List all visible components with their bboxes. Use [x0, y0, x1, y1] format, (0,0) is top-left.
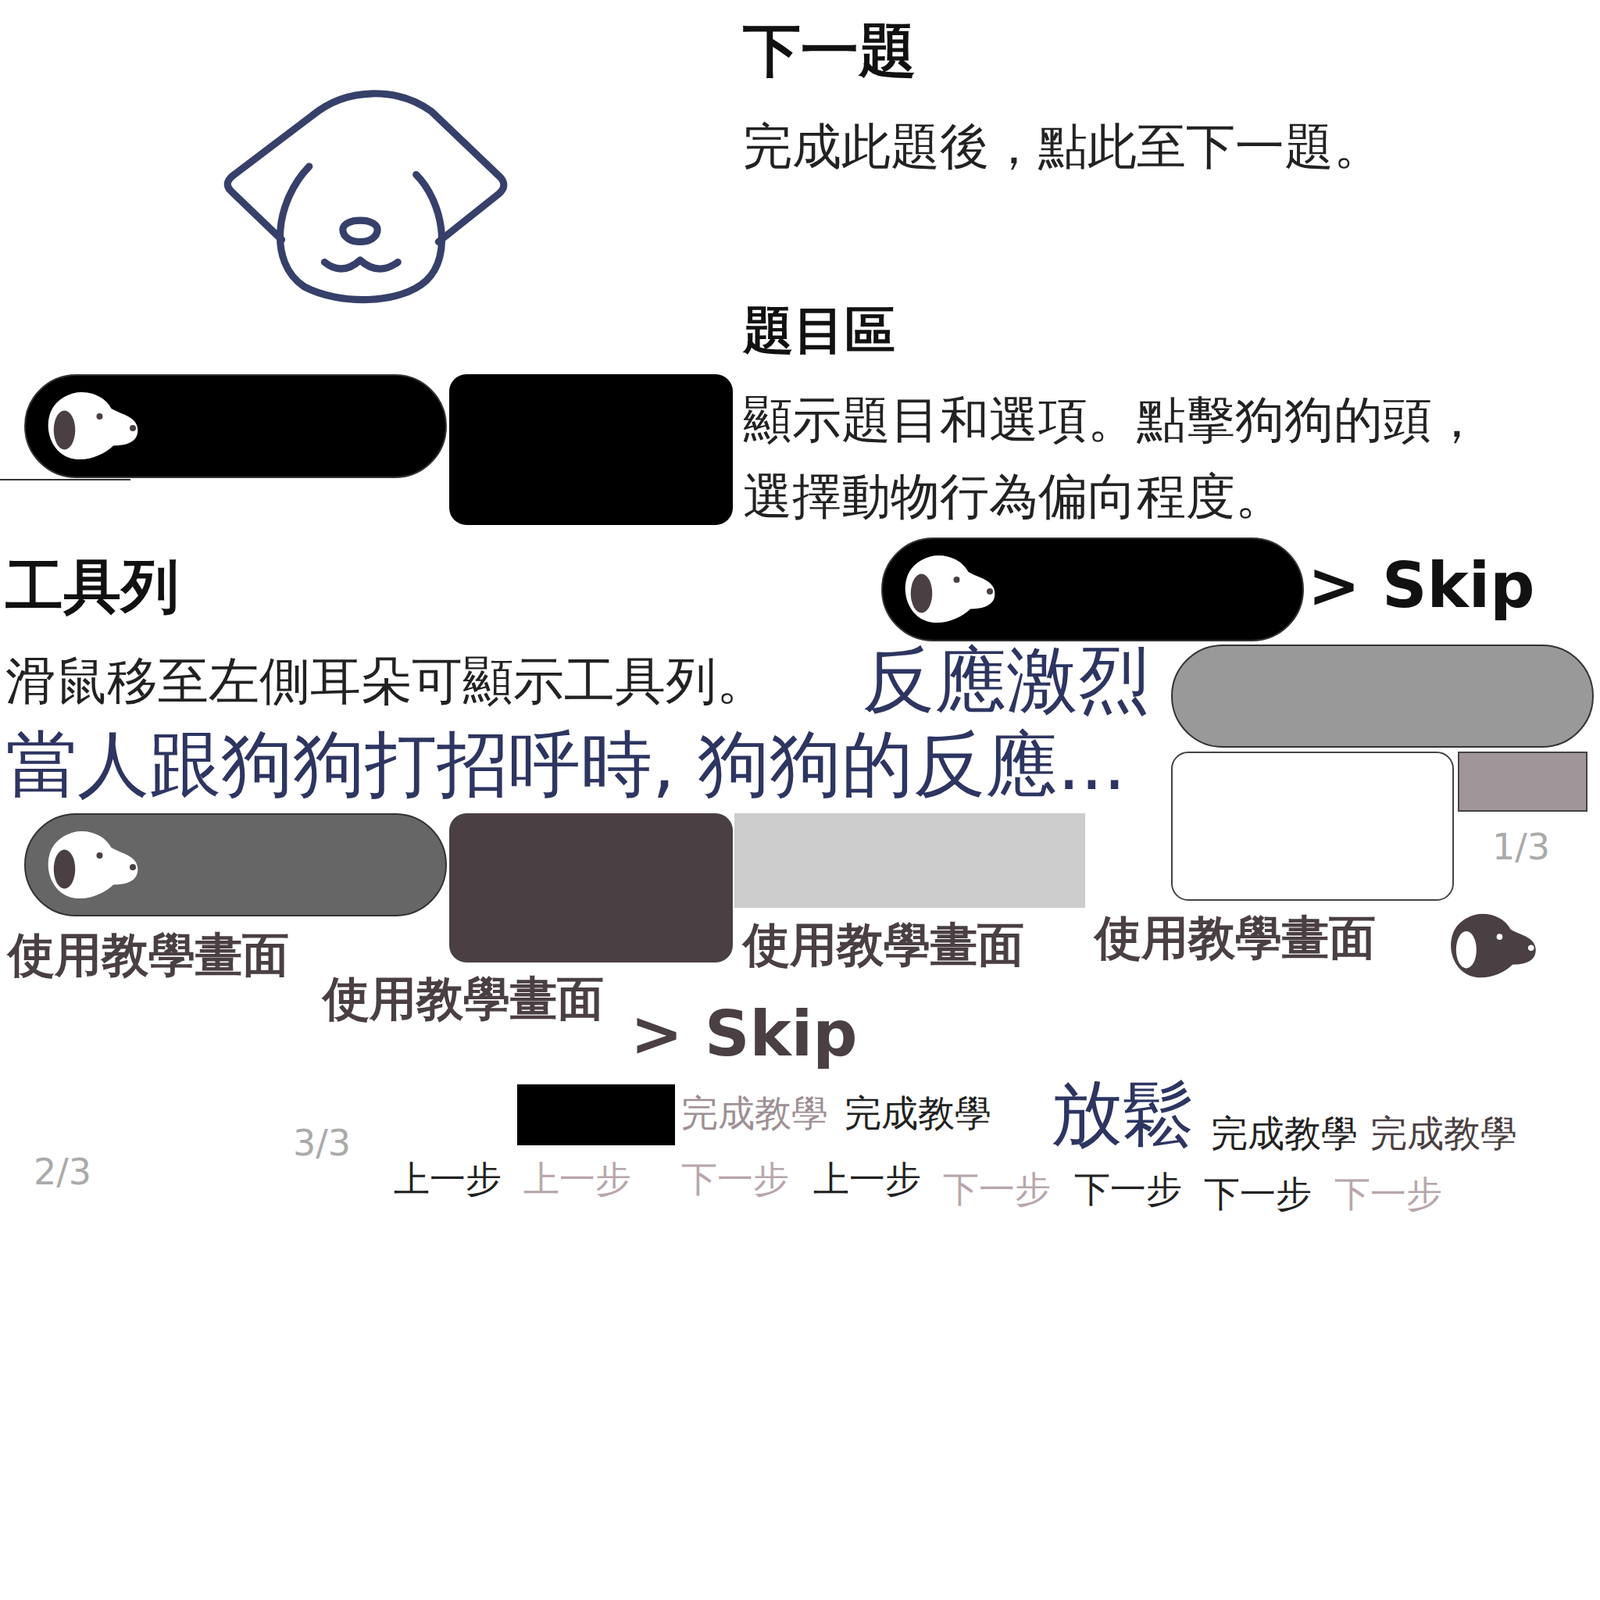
label-text: 2/3	[33, 1150, 92, 1194]
toolbar-pill	[24, 813, 447, 917]
dog-head-icon	[42, 828, 141, 903]
rect-block	[517, 1084, 675, 1146]
label-text: 完成教學	[1370, 1111, 1518, 1156]
label-text: 3/3	[292, 1121, 351, 1165]
label-text: 上一步	[523, 1157, 632, 1201]
rect-block	[734, 813, 1086, 908]
dog-face-icon	[222, 86, 508, 307]
label-text: 當人跟狗狗打招呼時, 狗狗的反應...	[5, 721, 1126, 808]
rect-block	[1457, 751, 1588, 812]
dog-face-outline-icon	[222, 86, 508, 307]
label-text: 上一步	[393, 1157, 502, 1201]
label-text: 反應激烈	[862, 637, 1150, 724]
label-text: 完成教學	[844, 1091, 992, 1136]
label-text: 滑鼠移至左側耳朵可顯示工具列。	[5, 650, 768, 712]
rounded-box	[1171, 751, 1454, 901]
toolbar-pill	[24, 374, 447, 479]
label-text: 題目區	[742, 300, 896, 361]
label-text: 工具列	[5, 551, 179, 622]
label-text: 完成教學	[681, 1091, 829, 1136]
label-text: 使用教學畫面	[7, 926, 290, 983]
option-bar	[1171, 644, 1594, 748]
label-text: 完成此題後，點此至下一題。	[742, 117, 1383, 177]
divider-line	[0, 478, 131, 481]
label-text: 下一步	[942, 1167, 1051, 1211]
label-text: 選擇動物行為偏向程度。	[742, 467, 1285, 527]
dog-head-icon	[900, 552, 998, 627]
label-text: > Skip	[630, 996, 858, 1072]
dog-head-icon	[1443, 910, 1541, 982]
label-text: 使用教學畫面	[322, 970, 604, 1027]
toolbar-pill	[881, 537, 1304, 642]
label-text: 下一步	[681, 1157, 790, 1201]
label-text: 下一步	[1074, 1167, 1183, 1211]
label-text: 放鬆	[1050, 1071, 1195, 1158]
dog-head-icon	[42, 389, 141, 464]
label-text: 下一題	[742, 15, 917, 86]
asset-sheet: 下一題完成此題後，點此至下一題。題目區顯示題目和選項。點擊狗狗的頭， 選擇動物行為…	[0, 0, 1600, 1600]
label-text: 使用教學畫面	[1094, 909, 1376, 966]
label-text: 下一步	[1334, 1172, 1443, 1216]
label-text: 完成教學	[1210, 1111, 1358, 1156]
label-text: 下一步	[1203, 1172, 1312, 1216]
rounded-box	[449, 813, 733, 963]
label-text: 1/3	[1492, 825, 1550, 869]
label-text: 上一步	[813, 1157, 922, 1201]
dog-head-icon	[1443, 910, 1541, 982]
rounded-box	[449, 374, 733, 525]
label-text: 使用教學畫面	[742, 916, 1025, 973]
label-text: > Skip	[1307, 548, 1535, 624]
label-text: 顯示題目和選項。點擊狗狗的頭，	[742, 390, 1482, 450]
